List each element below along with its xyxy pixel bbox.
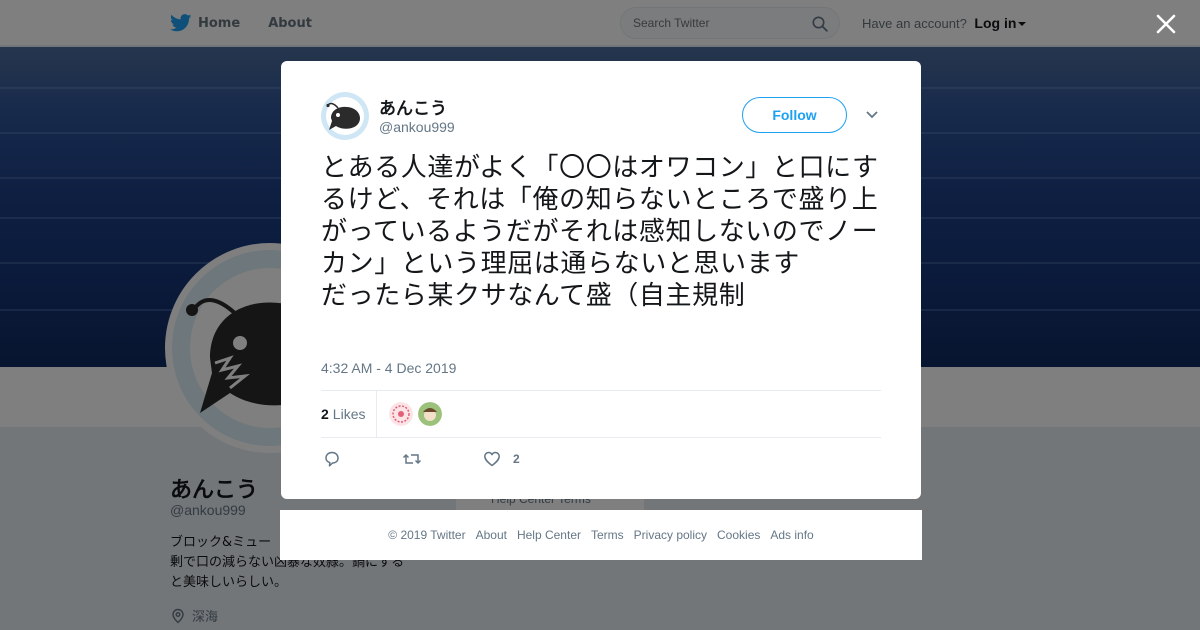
author-name[interactable]: あんこう — [379, 94, 447, 119]
liker-avatar-image — [389, 402, 413, 426]
like-button[interactable]: 2 — [483, 450, 520, 468]
footer-link-ads-info[interactable]: Ads info — [770, 528, 813, 542]
tweet-timestamp[interactable]: 4:32 AM - 4 Dec 2019 — [321, 360, 456, 376]
footer-copyright: © 2019 Twitter — [388, 528, 466, 542]
footer-link-about[interactable]: About — [476, 528, 507, 542]
follow-button[interactable]: Follow — [742, 97, 847, 133]
author-handle[interactable]: @ankou999 — [379, 119, 455, 135]
liker-avatar[interactable] — [389, 402, 413, 426]
close-button[interactable] — [1154, 12, 1178, 36]
footer-link-terms[interactable]: Terms — [591, 528, 624, 542]
likes-stat[interactable]: 2 Likes — [321, 406, 365, 422]
likes-number: 2 — [321, 406, 329, 422]
reply-button[interactable] — [323, 450, 341, 468]
reply-icon — [325, 451, 339, 467]
anglerfish-avatar-image — [321, 92, 369, 140]
likes-label: Likes — [332, 406, 366, 422]
divider — [321, 390, 881, 391]
footer-link-privacy[interactable]: Privacy policy — [634, 528, 707, 542]
retweet-button[interactable] — [402, 450, 422, 468]
heart-icon — [484, 451, 500, 467]
author-avatar[interactable] — [321, 92, 369, 140]
divider — [321, 437, 881, 438]
divider — [376, 391, 377, 437]
chevron-down-icon[interactable] — [865, 110, 879, 120]
tweet-modal: あんこう @ankou999 Follow とある人達がよく「〇〇はオワコン」と… — [281, 61, 921, 499]
retweet-icon — [402, 453, 422, 465]
footer-link-cookies[interactable]: Cookies — [717, 528, 760, 542]
like-count: 2 — [513, 452, 520, 466]
footer-link-help-center[interactable]: Help Center — [517, 528, 581, 542]
close-icon — [1156, 14, 1176, 34]
modal-footer: © 2019 Twitter About Help Center Terms P… — [280, 510, 922, 560]
tweet-text: とある人達がよく「〇〇はオワコン」と口にするけど、それは「俺の知らないところで盛… — [321, 153, 879, 311]
liker-avatar-image — [418, 402, 442, 426]
liker-avatar[interactable] — [418, 402, 442, 426]
